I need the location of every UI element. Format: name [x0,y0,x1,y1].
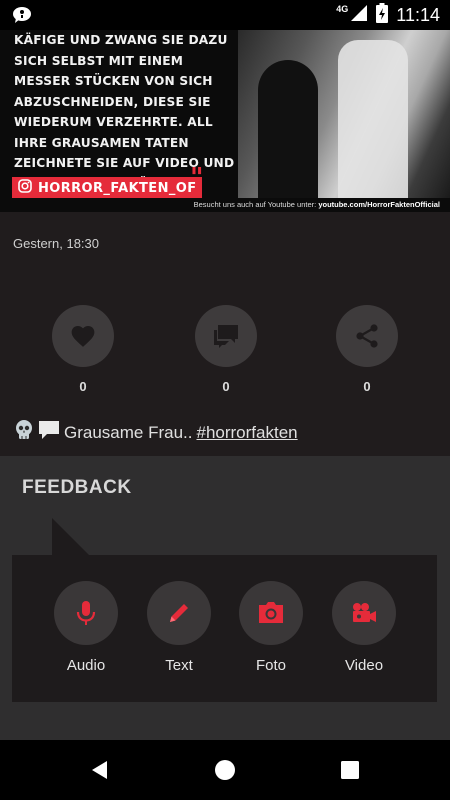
image-footer: Besucht uns auch auf Youtube unter: yout… [0,198,450,212]
hashtag-link[interactable]: #horrorfakten [197,423,298,443]
status-bar: 4G 11:14 [0,0,450,30]
navigation-bar [0,740,450,800]
feedback-audio: Audio [54,581,118,674]
caption-text: Grausame Frau.. [64,422,193,442]
recents-square-icon [341,761,359,779]
photo-figure-left [258,60,318,200]
post-caption: Grausame Frau.. #horrorfakten [14,419,298,446]
signal-icon [350,4,368,27]
pencil-icon [170,604,188,622]
network-type: 4G [336,4,349,14]
camera-icon [259,602,283,623]
battery-charging-icon [376,2,389,28]
instagram-handle: HORROR_FAKTEN_OF [38,180,197,196]
chat-ghost-icon [12,6,32,29]
home-circle-icon [215,760,235,780]
photo-figure-right [338,40,408,200]
feedback-section: FEEDBACK Audio Text Foto Video [0,456,450,740]
footer-link: youtube.com/HorrorFaktenOfficial [318,200,440,209]
feedback-title: FEEDBACK [22,477,132,498]
back-button[interactable] [88,758,112,782]
feedback-video: Video [332,581,396,674]
share-action: 0 [336,305,398,394]
feedback-bubble-tail [52,518,90,556]
video-button[interactable] [332,581,396,645]
post-photo [238,30,450,200]
audio-button[interactable] [54,581,118,645]
heart-icon [71,326,95,347]
instagram-badge: HORROR_FAKTEN_OF [12,177,202,199]
comment-action: 0 [195,305,257,394]
text-button[interactable] [147,581,211,645]
like-action: 0 [52,305,114,394]
footer-prefix: Besucht uns auch auf Youtube unter: [193,200,317,209]
like-count: 0 [79,379,87,394]
instagram-icon [18,178,32,198]
clock: 11:14 [396,4,440,25]
speech-bubble-icon [38,420,60,445]
feedback-text: Text [147,581,211,674]
share-button[interactable] [336,305,398,367]
audio-label: Audio [66,657,106,674]
post-timestamp: Gestern, 18:30 [13,236,99,251]
comments-icon [214,325,238,348]
video-label: Video [344,657,384,674]
share-icon [356,324,378,348]
skull-icon [14,419,34,446]
share-count: 0 [363,379,371,394]
text-label: Text [165,657,193,674]
video-camera-icon [353,603,376,622]
home-button[interactable] [213,758,237,782]
microphone-icon [76,601,96,625]
post-image[interactable]: Käfige und zwang sie dazu sich selbst mi… [0,30,450,212]
comment-button[interactable] [195,305,257,367]
recents-button[interactable] [338,758,362,782]
photo-button[interactable] [239,581,303,645]
feedback-photo: Foto [239,581,303,674]
like-button[interactable] [52,305,114,367]
back-triangle-icon [92,761,107,779]
feedback-panel: Audio Text Foto Video [12,555,437,702]
comment-count: 0 [222,379,230,394]
photo-label: Foto [255,657,286,674]
